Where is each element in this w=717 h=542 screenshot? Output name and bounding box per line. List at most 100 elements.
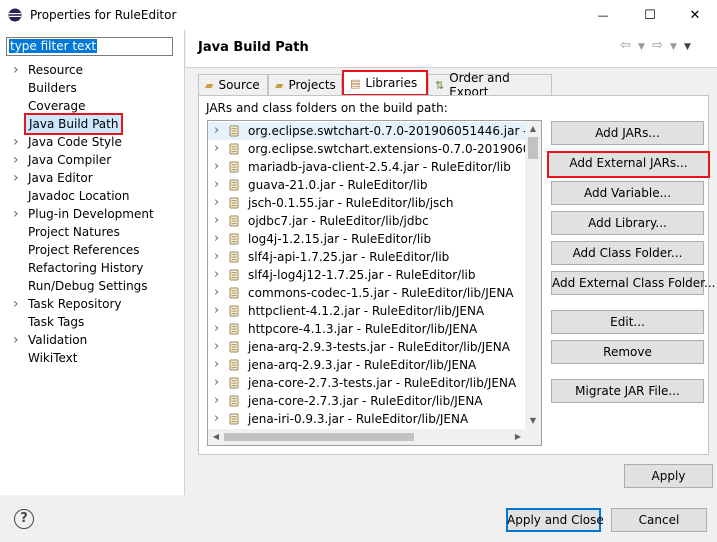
tab-source[interactable]: ▰ Source	[198, 74, 268, 95]
vertical-scroll-thumb[interactable]	[528, 137, 538, 159]
expand-arrow-icon[interactable]: ›	[13, 331, 23, 349]
tree-item[interactable]: Refactoring History	[0, 259, 180, 277]
jar-icon	[229, 233, 239, 245]
expand-arrow-icon[interactable]: ›	[214, 140, 219, 158]
jar-list-item[interactable]: › org.eclipse.swtchart.extensions-0.7.0-2…	[208, 140, 526, 158]
scroll-down-icon[interactable]: ▼	[525, 413, 541, 429]
tree-item-label: Project Natures	[28, 225, 120, 239]
jar-list-item[interactable]: › slf4j-api-1.7.25.jar - RuleEditor/lib	[208, 248, 526, 266]
jar-list-item[interactable]: › jena-iri-0.9.3.jar - RuleEditor/lib/JEN…	[208, 410, 526, 428]
jar-list-item[interactable]: › ojdbc7.jar - RuleEditor/lib/jdbc	[208, 212, 526, 230]
jar-list-item[interactable]: › jsch-0.1.55.jar - RuleEditor/lib/jsch	[208, 194, 526, 212]
tree-item[interactable]: › Validation	[0, 331, 180, 349]
forward-menu-icon[interactable]: ▼	[670, 42, 677, 52]
maximize-button[interactable]: ☐	[627, 0, 673, 30]
expand-arrow-icon[interactable]: ›	[214, 392, 219, 410]
add-external-jars-button[interactable]: Add External JARs...	[547, 151, 710, 178]
edit-button[interactable]: Edit...	[551, 310, 704, 334]
scroll-up-icon[interactable]: ▲	[525, 121, 541, 137]
tree-item[interactable]: Javadoc Location	[0, 187, 180, 205]
expand-arrow-icon[interactable]: ›	[13, 61, 23, 79]
horizontal-scroll-thumb[interactable]	[224, 433, 414, 441]
add-external-class-folder-button[interactable]: Add External Class Folder...	[551, 271, 715, 295]
source-folder-icon: ▰	[205, 78, 214, 92]
tree-item[interactable]: Run/Debug Settings	[0, 277, 180, 295]
expand-arrow-icon[interactable]: ›	[214, 266, 219, 284]
jar-list-item[interactable]: › httpcore-4.1.3.jar - RuleEditor/lib/JEN…	[208, 320, 526, 338]
tab-libraries[interactable]: ▤ Libraries	[342, 70, 428, 96]
tree-item-label: Validation	[28, 333, 88, 347]
add-jars-button[interactable]: Add JARs...	[551, 121, 704, 145]
tree-item[interactable]: WikiText	[0, 349, 180, 367]
expand-arrow-icon[interactable]: ›	[214, 410, 219, 428]
tree-item[interactable]: › Plug-in Development	[0, 205, 180, 223]
add-class-folder-button[interactable]: Add Class Folder...	[551, 241, 704, 265]
tree-item[interactable]: Task Tags	[0, 313, 180, 331]
jar-list-item[interactable]: › slf4j-log4j12-1.7.25.jar - RuleEditor/l…	[208, 266, 526, 284]
jar-icon	[229, 179, 239, 191]
minimize-button[interactable]: —	[580, 0, 626, 30]
apply-and-close-button[interactable]: Apply and Close	[506, 508, 604, 532]
cancel-button[interactable]: Cancel	[611, 508, 707, 532]
view-menu-icon[interactable]: ▼	[684, 42, 691, 52]
expand-arrow-icon[interactable]: ›	[13, 205, 23, 223]
expand-arrow-icon[interactable]: ›	[214, 158, 219, 176]
expand-arrow-icon[interactable]: ›	[214, 194, 219, 212]
tree-item[interactable]: Java Build Path	[0, 113, 180, 135]
scroll-right-icon[interactable]: ▶	[510, 429, 526, 445]
jar-list-item[interactable]: › guava-21.0.jar - RuleEditor/lib	[208, 176, 526, 194]
tree-item[interactable]: › Java Code Style	[0, 133, 180, 151]
tab-projects[interactable]: ▰ Projects	[268, 74, 342, 95]
jar-list[interactable]: › org.eclipse.swtchart-0.7.0-201906051446…	[207, 120, 542, 446]
horizontal-scrollbar[interactable]: ◀ ▶	[208, 429, 526, 445]
jar-list-item[interactable]: › log4j-1.2.15.jar - RuleEditor/lib	[208, 230, 526, 248]
jar-icon	[229, 161, 239, 173]
close-button[interactable]: ✕	[672, 0, 717, 30]
vertical-scrollbar[interactable]: ▲ ▼	[525, 121, 541, 429]
expand-arrow-icon[interactable]: ›	[13, 151, 23, 169]
expand-arrow-icon[interactable]: ›	[214, 248, 219, 266]
jar-list-item[interactable]: › jena-core-2.7.3.jar - RuleEditor/lib/JE…	[208, 392, 526, 410]
jar-list-item[interactable]: › mariadb-java-client-2.5.4.jar - RuleEdi…	[208, 158, 526, 176]
tree-item[interactable]: › Resource	[0, 61, 180, 79]
tree-item[interactable]: Project References	[0, 241, 180, 259]
tree-item[interactable]: › Task Repository	[0, 295, 180, 313]
add-library-button[interactable]: Add Library...	[551, 211, 704, 235]
expand-arrow-icon[interactable]: ›	[214, 302, 219, 320]
jar-list-item[interactable]: › httpclient-4.1.2.jar - RuleEditor/lib/J…	[208, 302, 526, 320]
expand-arrow-icon[interactable]: ›	[214, 356, 219, 374]
expand-arrow-icon[interactable]: ›	[214, 338, 219, 356]
expand-arrow-icon[interactable]: ›	[214, 122, 219, 140]
expand-arrow-icon[interactable]: ›	[214, 374, 219, 392]
jar-list-item[interactable]: › jena-arq-2.9.3-tests.jar - RuleEditor/l…	[208, 338, 526, 356]
help-icon[interactable]: ?	[14, 509, 34, 529]
add-variable-button[interactable]: Add Variable...	[551, 181, 704, 205]
expand-arrow-icon[interactable]: ›	[214, 320, 219, 338]
expand-arrow-icon[interactable]: ›	[13, 133, 23, 151]
jar-list-item[interactable]: › commons-codec-1.5.jar - RuleEditor/lib/…	[208, 284, 526, 302]
migrate-jar-button[interactable]: Migrate JAR File...	[551, 379, 704, 403]
expand-arrow-icon[interactable]: ›	[214, 212, 219, 230]
expand-arrow-icon[interactable]: ›	[214, 176, 219, 194]
jar-list-item[interactable]: › org.eclipse.swtchart-0.7.0-201906051446…	[208, 122, 526, 140]
tree-item-label: Run/Debug Settings	[28, 279, 148, 293]
tree-item[interactable]: Project Natures	[0, 223, 180, 241]
forward-arrow-icon[interactable]: ⇨	[652, 38, 663, 53]
remove-button[interactable]: Remove	[551, 340, 704, 364]
jar-list-item[interactable]: › jena-core-2.7.3-tests.jar - RuleEditor/…	[208, 374, 526, 392]
expand-arrow-icon[interactable]: ›	[13, 169, 23, 187]
tree-item[interactable]: Builders	[0, 79, 180, 97]
back-menu-icon[interactable]: ▼	[638, 42, 645, 52]
apply-button[interactable]: Apply	[624, 464, 713, 488]
filter-input[interactable]: type filter text	[6, 37, 173, 56]
jar-list-item[interactable]: › jena-arq-2.9.3.jar - RuleEditor/lib/JEN…	[208, 356, 526, 374]
scroll-left-icon[interactable]: ◀	[208, 429, 224, 445]
tab-order-export[interactable]: ⇅ Order and Export	[428, 71, 552, 99]
tree-item[interactable]: › Java Editor	[0, 169, 180, 187]
expand-arrow-icon[interactable]: ›	[214, 284, 219, 302]
expand-arrow-icon[interactable]: ›	[214, 230, 219, 248]
back-arrow-icon[interactable]: ⇦	[620, 38, 631, 53]
tree-item[interactable]: › Java Compiler	[0, 151, 180, 169]
expand-arrow-icon[interactable]: ›	[13, 295, 23, 313]
tree-item-label: Java Build Path	[24, 113, 124, 135]
